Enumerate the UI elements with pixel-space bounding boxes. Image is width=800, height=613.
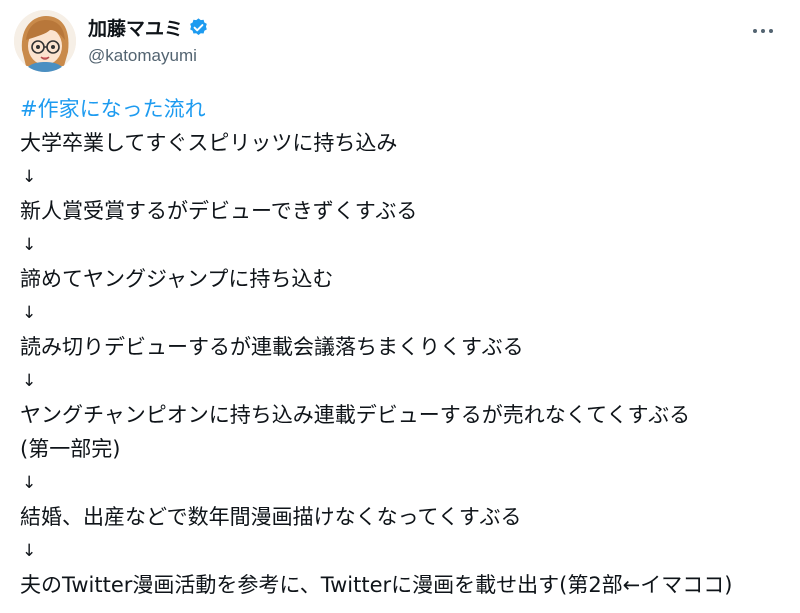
- tweet-line-hashtag: #作家になった流れ: [20, 92, 790, 126]
- tweet-line-arrow: ↓: [22, 473, 37, 493]
- tweet-line-arrow: ↓: [22, 303, 37, 323]
- avatar-illustration: [14, 10, 76, 72]
- tweet-line-arrow: ↓: [22, 371, 37, 391]
- avatar[interactable]: [14, 10, 76, 72]
- tweet-line-arrow: ↓: [22, 235, 37, 255]
- tweet-line: ヤングチャンピオンに持ち込み連載デビューするが売れなくてくすぶる: [20, 403, 691, 427]
- display-name[interactable]: 加藤マユミ: [88, 14, 183, 41]
- verified-badge-icon: [188, 17, 209, 38]
- tweet-text: #作家になった流れ 大学卒業してすぐスピリッツに持ち込み ↓ 新人賞受賞するがデ…: [20, 92, 790, 602]
- tweet-line: 読み切りデビューするが連載会議落ちまくりくすぶる: [20, 335, 524, 359]
- tweet-line: 諦めてヤングジャンプに持ち込む: [20, 267, 334, 291]
- tweet-line: 夫のTwitter漫画活動を参考に、Twitterに漫画を載せ出す(第2部←イマ…: [20, 573, 733, 597]
- tweet-line: 新人賞受賞するがデビューできずくすぶる: [20, 199, 418, 223]
- tweet-line: (第一部完): [20, 437, 121, 461]
- tweet-line: 大学卒業してすぐスピリッツに持ち込み: [20, 131, 398, 155]
- more-options-icon[interactable]: [748, 20, 778, 42]
- tweet-line-arrow: ↓: [22, 541, 37, 561]
- hashtag-link[interactable]: #作家になった流れ: [20, 97, 206, 121]
- tweet-header: 加藤マユミ @katomayumi: [14, 10, 786, 78]
- user-info: 加藤マユミ @katomayumi: [88, 14, 209, 66]
- name-row: 加藤マユミ: [88, 14, 209, 40]
- user-handle[interactable]: @katomayumi: [88, 46, 209, 66]
- tweet-line-arrow: ↓: [22, 167, 37, 187]
- tweet-line: 結婚、出産などで数年間漫画描けなくなってくすぶる: [20, 505, 522, 529]
